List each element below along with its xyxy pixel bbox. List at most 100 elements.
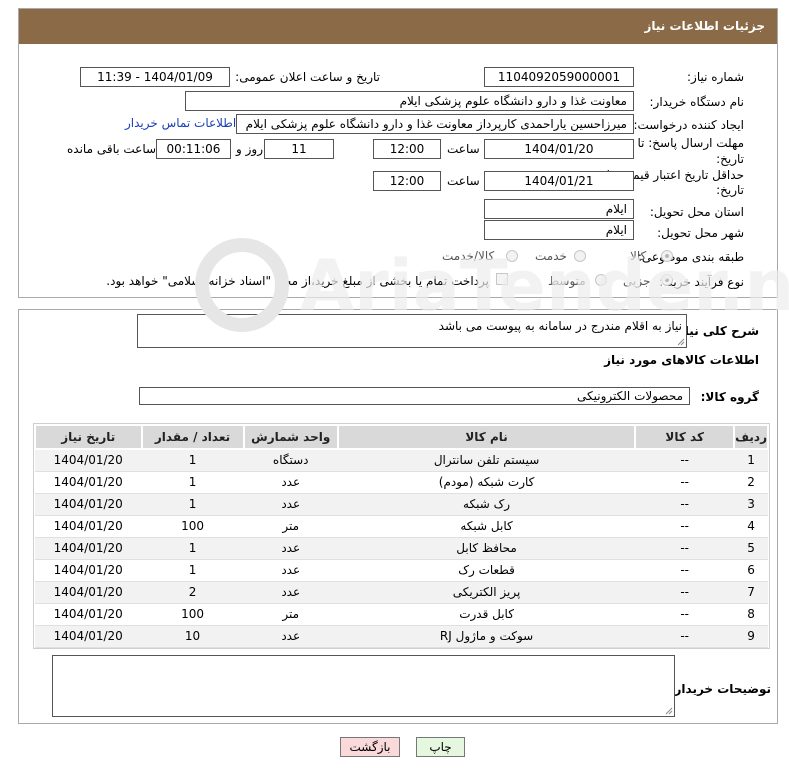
category-option-service: خدمت bbox=[535, 249, 567, 263]
table-row: 6 -- قطعات رک عدد 1 1404/01/20 bbox=[35, 559, 768, 582]
cell-need-date: 1404/01/20 bbox=[35, 471, 142, 494]
cell-unit: عدد bbox=[243, 493, 338, 516]
deadline-time-label: ساعت bbox=[447, 142, 480, 156]
cell-goods-code: -- bbox=[635, 537, 735, 560]
cell-unit: دستگاه bbox=[243, 449, 338, 472]
cell-goods-code: -- bbox=[635, 625, 735, 648]
cell-unit: عدد bbox=[243, 537, 338, 560]
items-table-header: ردیف کد کالا نام کالا واحد شمارش تعداد /… bbox=[34, 424, 769, 450]
table-row: 8 -- کابل قدرت متر 100 1404/01/20 bbox=[35, 603, 768, 626]
cell-row-number: 3 bbox=[734, 493, 768, 516]
treasury-payment-checkbox[interactable] bbox=[496, 273, 508, 285]
process-radio-minor[interactable] bbox=[661, 274, 673, 286]
cell-goods-code: -- bbox=[635, 471, 735, 494]
col-row-number: ردیف bbox=[733, 424, 769, 450]
table-row: 7 -- پریز الکتریکی عدد 2 1404/01/20 bbox=[35, 581, 768, 604]
need-number-field: 1104092059000001 bbox=[484, 67, 634, 87]
cell-unit: عدد bbox=[243, 471, 338, 494]
time-remaining-field: 00:11:06 bbox=[156, 139, 231, 159]
category-option-goods: کالا bbox=[630, 249, 647, 263]
cell-goods-name: کابل قدرت bbox=[337, 603, 636, 626]
buyer-contact-link[interactable]: اطلاعات تماس خریدار bbox=[125, 116, 236, 130]
category-radio-goods-service[interactable] bbox=[506, 250, 518, 262]
resize-grip-icon[interactable] bbox=[665, 707, 673, 715]
city-field: ایلام bbox=[484, 220, 634, 240]
cell-quantity: 100 bbox=[141, 515, 244, 538]
cell-quantity: 100 bbox=[141, 603, 244, 626]
panel-title: جزئیات اطلاعات نیاز bbox=[19, 9, 777, 44]
cell-goods-name: پریز الکتریکی bbox=[337, 581, 636, 604]
table-row: 3 -- رک شبکه عدد 1 1404/01/20 bbox=[35, 493, 768, 516]
deadline-label: مهلت ارسال پاسخ: تا bbox=[637, 136, 744, 150]
col-goods-code: کد کالا bbox=[634, 424, 736, 450]
cell-goods-code: -- bbox=[635, 449, 735, 472]
deadline-date-label: تاریخ: bbox=[716, 152, 744, 166]
buyer-notes-textarea[interactable] bbox=[52, 655, 675, 717]
cell-goods-code: -- bbox=[635, 559, 735, 582]
table-row: 2 -- کارت شبکه (مودم) عدد 1 1404/01/20 bbox=[35, 471, 768, 494]
cell-quantity: 1 bbox=[141, 559, 244, 582]
cell-row-number: 1 bbox=[734, 449, 768, 472]
cell-unit: متر bbox=[243, 603, 338, 626]
cell-goods-name: محافظ کابل bbox=[337, 537, 636, 560]
buyer-org-field: معاونت غذا و دارو دانشگاه علوم پزشکی ایل… bbox=[185, 91, 634, 111]
validity-date-field: 1404/01/21 bbox=[484, 171, 634, 191]
print-button[interactable]: چاپ bbox=[416, 737, 465, 757]
announce-date-field: 1404/01/09 - 11:39 bbox=[80, 67, 230, 87]
validity-time-field: 12:00 bbox=[373, 171, 441, 191]
back-button[interactable]: بازگشت bbox=[340, 737, 400, 757]
cell-goods-code: -- bbox=[635, 581, 735, 604]
cell-quantity: 1 bbox=[141, 449, 244, 472]
cell-row-number: 9 bbox=[734, 625, 768, 648]
col-unit: واحد شمارش bbox=[242, 424, 339, 450]
table-row: 5 -- محافظ کابل عدد 1 1404/01/20 bbox=[35, 537, 768, 560]
time-remaining-label: ساعت باقی مانده bbox=[67, 142, 157, 156]
cell-need-date: 1404/01/20 bbox=[35, 559, 142, 582]
cell-row-number: 5 bbox=[734, 537, 768, 560]
category-option-goods-service: کالا/خدمت bbox=[442, 249, 495, 263]
col-goods-name: نام کالا bbox=[336, 424, 637, 450]
cell-unit: عدد bbox=[243, 581, 338, 604]
cell-goods-code: -- bbox=[635, 493, 735, 516]
resize-grip-icon[interactable] bbox=[677, 338, 685, 346]
province-label: استان محل تحویل: bbox=[649, 205, 744, 219]
category-radio-service[interactable] bbox=[574, 250, 586, 262]
cell-goods-name: قطعات رک bbox=[337, 559, 636, 582]
cell-quantity: 2 bbox=[141, 581, 244, 604]
process-radio-medium[interactable] bbox=[595, 274, 607, 286]
need-number-label: شماره نیاز: bbox=[687, 70, 744, 84]
goods-section-title: اطلاعات کالاهای مورد نیاز bbox=[604, 353, 759, 367]
validity-date-label: تاریخ: bbox=[716, 183, 744, 197]
table-row: 9 -- سوکت و ماژول RJ عدد 10 1404/01/20 bbox=[35, 625, 768, 648]
cell-goods-name: کارت شبکه (مودم) bbox=[337, 471, 636, 494]
process-option-medium: متوسط bbox=[548, 274, 586, 288]
deadline-date-field: 1404/01/20 bbox=[484, 139, 634, 159]
col-quantity: تعداد / مقدار bbox=[140, 424, 245, 450]
cell-row-number: 8 bbox=[734, 603, 768, 626]
province-field: ایلام bbox=[484, 199, 634, 219]
cell-row-number: 2 bbox=[734, 471, 768, 494]
city-label: شهر محل تحویل: bbox=[657, 226, 744, 240]
category-radio-goods[interactable] bbox=[661, 250, 673, 262]
days-remaining-field: 11 bbox=[264, 139, 334, 159]
description-textarea[interactable]: نیاز به اقلام مندرج در سامانه به پیوست م… bbox=[137, 314, 687, 348]
cell-goods-name: کابل شبکه bbox=[337, 515, 636, 538]
cell-quantity: 10 bbox=[141, 625, 244, 648]
cell-row-number: 6 bbox=[734, 559, 768, 582]
description-text: نیاز به اقلام مندرج در سامانه به پیوست م… bbox=[438, 319, 682, 333]
goods-group-field: محصولات الکترونیکی bbox=[139, 387, 690, 405]
validity-time-label: ساعت bbox=[447, 174, 480, 188]
table-row: 4 -- کابل شبکه متر 100 1404/01/20 bbox=[35, 515, 768, 538]
cell-goods-name: رک شبکه bbox=[337, 493, 636, 516]
cell-goods-name: سوکت و ماژول RJ bbox=[337, 625, 636, 648]
cell-goods-code: -- bbox=[635, 603, 735, 626]
cell-need-date: 1404/01/20 bbox=[35, 603, 142, 626]
cell-quantity: 1 bbox=[141, 493, 244, 516]
announce-date-label: تاریخ و ساعت اعلان عمومی: bbox=[235, 70, 380, 84]
process-option-minor: جزیی bbox=[623, 274, 651, 288]
buyer-notes-label: توضیحات خریدار: bbox=[669, 682, 771, 696]
creator-field: میرزاحسین یاراحمدی کارپرداز معاونت غذا و… bbox=[236, 114, 634, 134]
deadline-time-field: 12:00 bbox=[373, 139, 441, 159]
cell-quantity: 1 bbox=[141, 471, 244, 494]
items-table: ردیف کد کالا نام کالا واحد شمارش تعداد /… bbox=[34, 424, 769, 648]
